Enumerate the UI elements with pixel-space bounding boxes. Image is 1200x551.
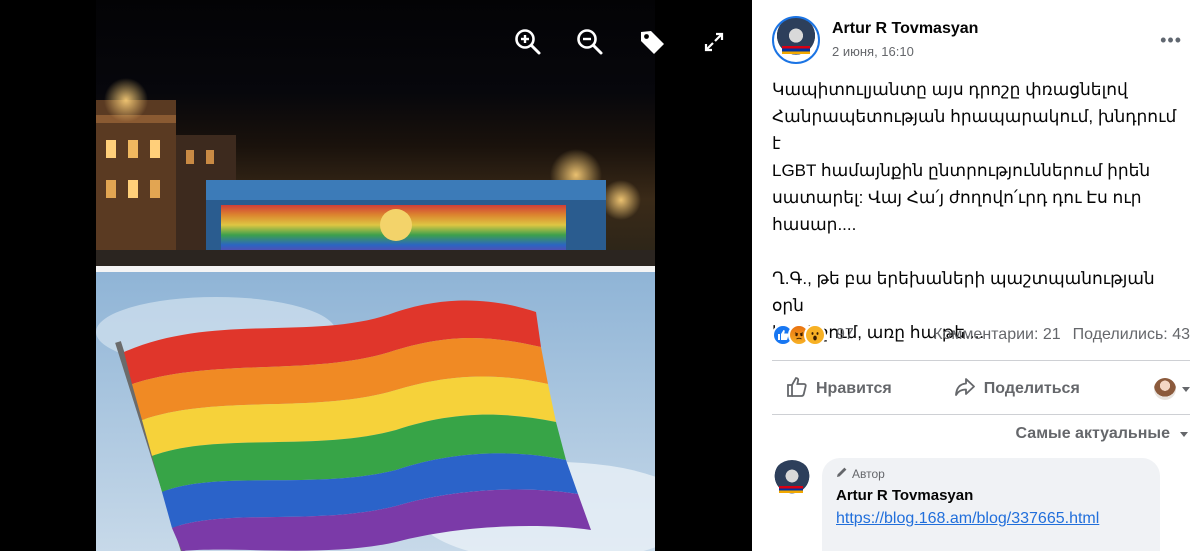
fullscreen-button[interactable] xyxy=(694,22,734,62)
post-photo[interactable] xyxy=(96,0,655,551)
zoom-out-button[interactable] xyxy=(570,22,610,62)
zoom-in-icon xyxy=(514,28,542,56)
post-text-line: սատարել: Վայ Հա՛յ ժողովո՛ւրդ դու Էս ուր xyxy=(772,188,1142,207)
like-label: Нравится xyxy=(816,380,892,397)
user-avatar xyxy=(1154,378,1176,400)
reaction-icons[interactable] xyxy=(772,324,826,346)
post-text-line: Ղ.Գ., թե բա երեխաների պաշտպանության օրն xyxy=(772,269,1155,315)
thumbs-up-icon xyxy=(786,376,808,403)
post-text-line: հասար.... xyxy=(772,215,857,234)
chevron-down-icon xyxy=(1182,386,1190,392)
shares-count[interactable]: Поделились: 43 xyxy=(1073,326,1190,344)
divider xyxy=(772,414,1190,415)
author-badge: Автор xyxy=(836,466,1146,481)
more-options-button[interactable]: ••• xyxy=(1160,30,1182,51)
post-timestamp[interactable]: 2 июня, 16:10 xyxy=(832,43,978,61)
zoom-out-icon xyxy=(576,28,604,56)
author-avatar[interactable] xyxy=(772,16,820,64)
post-actions: Нравится Поделиться xyxy=(772,368,1190,410)
comment-sort-dropdown[interactable]: Самые актуальные xyxy=(1016,425,1188,443)
post-text-line: Հանրապետության հրապարակում, խնդրում է xyxy=(772,107,1177,153)
fullscreen-icon xyxy=(702,30,726,54)
post-panel: Artur R Tovmasyan 2 июня, 16:10 ••• Կապի… xyxy=(752,0,1200,551)
share-button[interactable]: Поделиться xyxy=(954,376,1080,403)
commenter-name[interactable]: Artur R Tovmasyan xyxy=(836,487,1146,504)
comment-bubble: Автор Artur R Tovmasyan https://blog.168… xyxy=(822,458,1160,551)
chevron-down-icon xyxy=(1180,431,1188,437)
divider xyxy=(772,360,1190,361)
post-header: Artur R Tovmasyan 2 июня, 16:10 xyxy=(772,16,978,64)
tag-photo-button[interactable] xyxy=(632,22,672,62)
comments-count[interactable]: Комментарии: 21 xyxy=(933,326,1060,344)
photo-viewer xyxy=(0,0,752,551)
author-badge-label: Автор xyxy=(852,466,885,481)
post-text-line: LGBT համայնքին ընտրություններում իրեն xyxy=(772,161,1151,180)
like-button[interactable]: Нравится xyxy=(786,376,892,403)
viewer-toolbar xyxy=(508,22,734,62)
reactions-summary: 97 Комментарии: 21 Поделились: 43 xyxy=(772,320,1190,350)
react-as-selector[interactable] xyxy=(1154,378,1190,400)
share-label: Поделиться xyxy=(983,380,1080,397)
share-icon xyxy=(954,376,976,403)
commenter-avatar[interactable] xyxy=(772,460,812,500)
reactions-count[interactable]: 97 xyxy=(836,326,854,344)
pencil-icon xyxy=(836,466,848,481)
wow-reaction-icon xyxy=(804,324,826,346)
photo-rainbow-flag xyxy=(96,272,655,551)
zoom-in-button[interactable] xyxy=(508,22,548,62)
post-text: Կապիտուլյանտը այս դրոշը փռացնելով Հանրապ… xyxy=(772,76,1180,346)
tag-icon xyxy=(638,28,666,56)
sort-label: Самые актуальные xyxy=(1015,425,1170,442)
post-text-line: Կապիտուլյանտը այս դրոշը փռացնելով xyxy=(772,80,1128,99)
comment-link[interactable]: https://blog.168.am/blog/337665.html xyxy=(836,507,1146,531)
author-name[interactable]: Artur R Tovmasyan xyxy=(832,19,978,39)
